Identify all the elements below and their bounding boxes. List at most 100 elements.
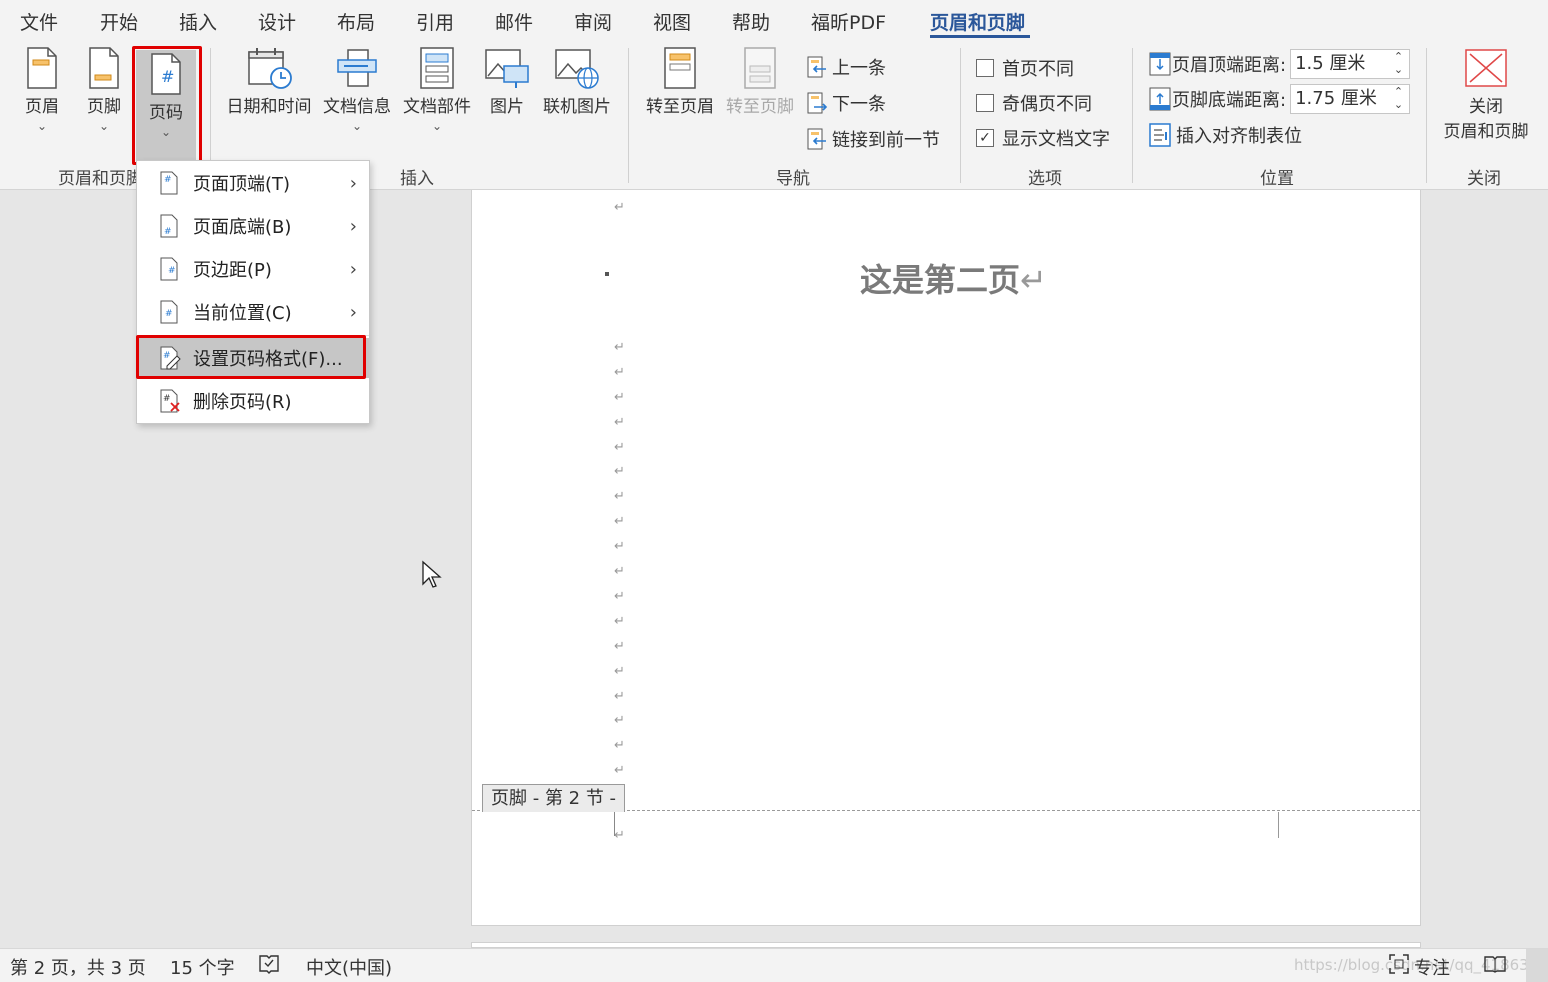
calendar-clock-icon [248, 48, 292, 89]
active-tab-indicator [930, 35, 1030, 38]
list-bullet [605, 272, 609, 276]
insert-alignment-tab-button[interactable]: 插入对齐制表位 [1148, 122, 1302, 148]
tab-mailings[interactable]: 邮件 [495, 8, 533, 35]
chevron-down-icon: ⌄ [98, 119, 110, 133]
footer-tab-marker [1278, 812, 1279, 838]
tab-foxit-pdf[interactable]: 福昕PDF [811, 8, 886, 35]
paragraph-mark: ↵ [614, 365, 625, 380]
print-layout-view-button[interactable] [1526, 949, 1548, 982]
chevron-right-icon: › [349, 301, 357, 323]
menu-item-page-margins[interactable]: # 页边距(P) › [137, 249, 369, 289]
footer-bottom-distance-input[interactable]: 1.75 厘米 ⌃ ⌄ [1290, 84, 1411, 114]
document-parts-icon [420, 47, 454, 89]
tab-home[interactable]: 开始 [100, 8, 138, 35]
link-to-previous-button[interactable]: 链接到前一节 [806, 126, 940, 152]
page-number-doc-icon: # [160, 257, 178, 281]
different-first-page-checkbox[interactable]: 首页不同 [976, 55, 1074, 81]
paragraph-mark: ↵ [614, 689, 625, 704]
picture-button[interactable]: 图片 [484, 46, 530, 117]
tab-insert[interactable]: 插入 [179, 8, 217, 35]
online-picture-button[interactable]: 联机图片 [540, 46, 614, 117]
remove-page-number-icon: # [160, 389, 180, 413]
tab-header-footer[interactable]: 页眉和页脚 [930, 8, 1025, 35]
group-divider [960, 48, 961, 183]
paragraph-mark: ↵ [614, 340, 625, 355]
svg-text:#: # [163, 394, 171, 404]
spinner-arrows-icon[interactable]: ⌃ ⌄ [1394, 85, 1403, 111]
menu-item-top-of-page[interactable]: # 页面顶端(T) › [137, 163, 369, 203]
paragraph-mark: ↵ [614, 390, 625, 405]
close-header-footer-button[interactable]: 关闭 页眉和页脚 [1438, 46, 1534, 142]
tab-layout[interactable]: 布局 [337, 8, 375, 35]
group-label-options: 选项 [1028, 169, 1062, 189]
page-number-doc-icon: # [160, 300, 178, 324]
menu-item-bottom-of-page[interactable]: # 页面底端(B) › [137, 206, 369, 246]
chevron-down-icon: ⌄ [36, 119, 48, 133]
goto-footer-button[interactable]: 转至页脚 [722, 46, 798, 117]
focus-mode-label[interactable]: 专注 [1414, 954, 1450, 980]
group-label-position: 位置 [1260, 169, 1294, 189]
online-picture-icon [555, 49, 599, 89]
paragraph-mark: ↵ [614, 440, 625, 455]
checkbox-box [976, 94, 994, 112]
paragraph-mark: ↵ [614, 614, 625, 629]
next-section-button[interactable]: 下一条 [806, 90, 886, 116]
document-info-button[interactable]: 文档信息 ⌄ [320, 46, 394, 132]
goto-header-button[interactable]: 转至页眉 [642, 46, 718, 117]
date-time-button[interactable]: 日期和时间 [224, 46, 314, 117]
word-count-status[interactable]: 15 个字 [170, 954, 235, 980]
previous-section-button[interactable]: 上一条 [806, 54, 886, 80]
paragraph-mark: ↵ [614, 464, 625, 479]
tab-references[interactable]: 引用 [416, 8, 454, 35]
menu-item-current-position[interactable]: # 当前位置(C) › [137, 292, 369, 332]
page-count-status[interactable]: 第 2 页，共 3 页 [10, 954, 146, 980]
read-mode-icon[interactable] [1484, 953, 1506, 980]
link-previous-icon [807, 128, 826, 150]
header-top-distance: 页眉顶端距离: 1.5 厘米 ⌃ ⌄ [1148, 49, 1411, 79]
tab-review[interactable]: 审阅 [574, 8, 612, 35]
spinner-arrows-icon[interactable]: ⌃ ⌄ [1394, 50, 1403, 76]
goto-header-icon [664, 47, 696, 89]
svg-text:#: # [164, 175, 172, 185]
different-odd-even-checkbox[interactable]: 奇偶页不同 [976, 90, 1092, 116]
header-distance-icon [1149, 52, 1171, 76]
footer-distance-icon [1149, 87, 1171, 111]
page-number-doc-icon: # [160, 171, 178, 195]
language-status[interactable]: 中文(中国) [306, 954, 392, 980]
chevron-right-icon: › [349, 172, 357, 194]
footer-bottom-distance: 页脚底端距离: 1.75 厘米 ⌃ ⌄ [1148, 84, 1411, 114]
mouse-pointer-icon [422, 560, 442, 588]
footer-icon [89, 47, 119, 89]
svg-text:#: # [165, 309, 173, 319]
document-info-icon [337, 49, 377, 87]
header-button[interactable]: 页眉 ⌄ [16, 46, 68, 133]
paragraph-mark: ↵ [614, 713, 625, 728]
chevron-right-icon: › [349, 215, 357, 237]
tab-file[interactable]: 文件 [20, 8, 58, 35]
paragraph-mark: ↵ [614, 664, 625, 679]
checkbox-box [976, 59, 994, 77]
checkmark-icon: ✓ [976, 129, 994, 147]
paragraph-mark: ↵ [614, 539, 625, 554]
menu-bar: 文件 开始 插入 设计 布局 引用 邮件 审阅 视图 帮助 福昕PDF 页眉和页… [0, 0, 1548, 40]
show-document-text-checkbox[interactable]: ✓ 显示文档文字 [976, 125, 1110, 151]
paragraph-mark: ↵ [614, 200, 625, 215]
picture-icon [485, 49, 529, 88]
tab-design[interactable]: 设计 [258, 8, 296, 35]
tab-view[interactable]: 视图 [653, 8, 691, 35]
footer-paragraph-mark: ↵ [614, 828, 625, 843]
page-number-dropdown: # 页面顶端(T) › # 页面底端(B) › # 页边距(P) › # 当前位… [136, 160, 370, 424]
proofing-icon[interactable] [258, 953, 280, 980]
page-heading[interactable]: 这是第二页↵ [860, 255, 1047, 301]
paragraph-mark: ↵ [614, 639, 625, 654]
menu-item-remove-page-numbers[interactable]: # 删除页码(R) [137, 381, 369, 421]
footer-button[interactable]: 页脚 ⌄ [78, 46, 130, 133]
group-divider [1426, 48, 1427, 183]
svg-text:#: # [164, 227, 172, 237]
tab-help[interactable]: 帮助 [732, 8, 770, 35]
paragraph-mark: ↵ [614, 514, 625, 529]
focus-mode-icon[interactable] [1388, 953, 1410, 980]
document-parts-button[interactable]: 文档部件 ⌄ [400, 46, 474, 132]
group-divider [628, 48, 629, 183]
header-top-distance-input[interactable]: 1.5 厘米 ⌃ ⌄ [1290, 49, 1411, 79]
